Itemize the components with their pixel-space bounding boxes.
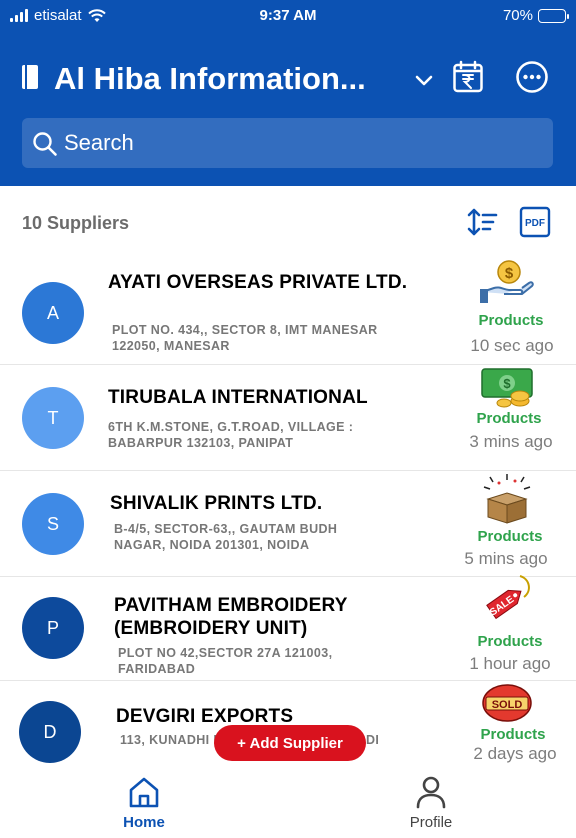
app-header: etisalat 9:37 AM 70% Al Hiba Information…: [0, 0, 576, 186]
supplier-address-tail: DI: [366, 733, 380, 747]
supplier-address: 6TH K.M.STONE, G.T.ROAD, VILLAGE : BABAR…: [108, 420, 354, 450]
bottom-nav: Home Profile: [0, 768, 576, 838]
chevron-down-icon[interactable]: [412, 68, 436, 92]
title-row: Al Hiba Information...: [0, 56, 576, 102]
svg-text:$: $: [505, 265, 514, 282]
supplier-address: B-4/5, SECTOR-63,, GAUTAM BUDH NAGAR, NO…: [114, 522, 338, 552]
products-link[interactable]: Products: [458, 726, 568, 743]
last-updated: 10 sec ago: [470, 336, 554, 355]
supplier-name: SHIVALIK PRINTS LTD.: [110, 493, 323, 514]
status-time: 9:37 AM: [259, 7, 317, 24]
pdf-icon[interactable]: PDF: [519, 206, 551, 238]
svg-text:$: $: [503, 376, 511, 391]
search-bar[interactable]: [22, 118, 553, 168]
sort-icon[interactable]: [466, 206, 498, 238]
last-updated: 2 days ago: [473, 744, 557, 763]
more-options-icon[interactable]: [515, 60, 549, 94]
last-updated: 3 mins ago: [469, 432, 553, 451]
rupee-calendar-icon[interactable]: [452, 60, 484, 94]
open-box-icon[interactable]: [480, 473, 534, 525]
avatar: T: [22, 387, 84, 449]
supplier-count: 10 Suppliers: [22, 213, 130, 233]
supplier-name: AYATI OVERSEAS PRIVATE LTD.: [108, 272, 408, 293]
supplier-name: PAVITHAM EMBROIDERY (EMBROIDERY UNIT): [114, 595, 348, 639]
battery-status: 70%: [502, 7, 569, 24]
supplier-name: TIRUBALA INTERNATIONAL: [108, 387, 368, 408]
business-name-title[interactable]: Al Hiba Information...: [54, 61, 394, 97]
supplier-row[interactable]: P PAVITHAM EMBROIDERY (EMBROIDERY UNIT) …: [0, 575, 576, 681]
nav-item-profile[interactable]: Profile: [381, 770, 481, 832]
nav-item-home[interactable]: Home: [94, 770, 194, 832]
book-icon: [22, 65, 38, 89]
products-link[interactable]: Products: [455, 633, 565, 650]
avatar: A: [22, 282, 84, 344]
money-hand-icon[interactable]: $: [480, 258, 534, 310]
supplier-row[interactable]: T TIRUBALA INTERNATIONAL 6TH K.M.STONE, …: [0, 365, 576, 471]
profile-icon: [416, 776, 446, 809]
products-link[interactable]: Products: [455, 528, 565, 545]
add-supplier-button[interactable]: + Add Supplier: [214, 725, 366, 761]
nav-label-home: Home: [123, 814, 165, 831]
products-link[interactable]: Products: [454, 410, 564, 427]
avatar: P: [22, 597, 84, 659]
svg-text:PDF: PDF: [525, 218, 545, 229]
last-updated: 5 mins ago: [464, 549, 548, 568]
battery-icon: [538, 8, 569, 23]
status-bar: etisalat 9:37 AM 70%: [0, 0, 576, 32]
avatar: S: [22, 493, 84, 555]
supplier-row[interactable]: S SHIVALIK PRINTS LTD. B-4/5, SECTOR-63,…: [0, 471, 576, 577]
search-input[interactable]: [64, 126, 534, 160]
supplier-address: PLOT NO 42,SECTOR 27A 121003, FARIDABAD: [118, 646, 333, 676]
search-icon: [33, 132, 57, 156]
svg-text:SOLD: SOLD: [492, 699, 523, 711]
products-link[interactable]: Products: [456, 312, 566, 329]
sale-tag-icon[interactable]: SALE: [480, 573, 534, 625]
list-toolbar: 10 Suppliers PDF: [0, 186, 576, 260]
home-icon: [129, 777, 159, 808]
nav-label-profile: Profile: [409, 814, 453, 831]
last-updated: 1 hour ago: [469, 654, 551, 673]
battery-percent: 70%: [502, 7, 533, 24]
supplier-address: PLOT NO. 434,, SECTOR 8, IMT MANESAR 122…: [112, 323, 378, 353]
avatar: D: [19, 701, 81, 763]
supplier-row[interactable]: A AYATI OVERSEAS PRIVATE LTD. PLOT NO. 4…: [0, 260, 576, 365]
